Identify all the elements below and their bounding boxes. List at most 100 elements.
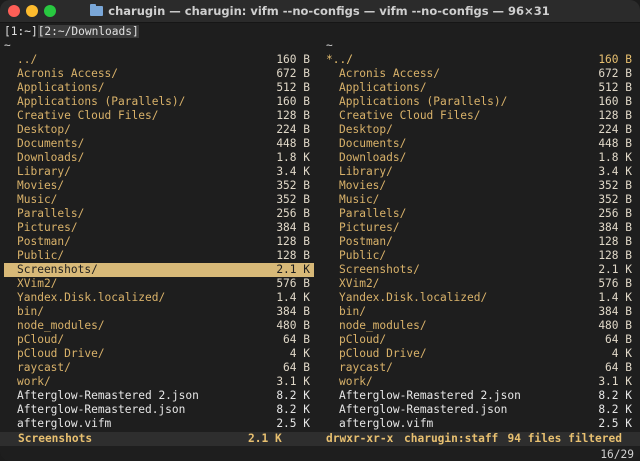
right-file-entry[interactable]: Afterglow-Remastered.json 8.2 K [326,403,636,417]
left-file-entry[interactable]: Afterglow-Remastered.json 8.2 K [4,403,314,417]
entry-size: 1.8 K [598,151,632,164]
vifm-terminal[interactable]: [1:~][2:~/Downloads] ~ ../160 B Acronis A… [0,23,640,461]
entry-size: 352 B [276,179,310,192]
right-file-entry[interactable]: pCloud Drive/4 K [326,347,636,361]
right-file-entry[interactable]: afterglow.vifm 2.5 K [326,417,636,431]
left-file-entry[interactable]: Pictures/384 B [4,221,314,235]
right-pane[interactable]: ~ *../160 B Acronis Access/672 B Applicati… [326,39,636,431]
left-file-entry[interactable]: Library/3.4 K [4,165,314,179]
entry-name: node_modules/ [17,319,105,332]
right-file-entry[interactable]: Pictures/384 B [326,221,636,235]
entry-name: Library/ [339,165,393,178]
entry-name: *../ [326,53,353,66]
left-file-entry[interactable]: Documents/448 B [4,137,314,151]
entry-size: 256 B [276,207,310,220]
right-file-entry[interactable]: work/3.1 K [326,375,636,389]
left-file-entry[interactable]: work/3.1 K [4,375,314,389]
left-file-entry[interactable]: Public/128 B [4,249,314,263]
entry-size: 384 B [598,305,632,318]
right-file-entry[interactable]: Parallels/256 B [326,207,636,221]
entry-size: 128 B [276,235,310,248]
right-file-entry[interactable]: raycast/64 B [326,361,636,375]
folder-icon [90,4,104,16]
right-file-list: *../160 B Acronis Access/672 B Application… [326,53,636,431]
entry-name: pCloud/ [17,333,65,346]
entry-name: Parallels/ [339,207,407,220]
tab-home[interactable]: [1:~] [4,25,38,38]
entry-size: 64 B [283,333,310,346]
entry-name: Acronis Access/ [339,67,441,80]
entry-size: 160 B [598,53,632,66]
entry-name: pCloud Drive/ [339,347,427,360]
left-file-entry[interactable]: Creative Cloud Files/128 B [4,109,314,123]
left-file-entry[interactable]: Afterglow-Remastered 2.json 8.2 K [4,389,314,403]
entry-name: bin/ [339,305,366,318]
left-file-entry[interactable]: Applications/512 B [4,81,314,95]
right-file-entry[interactable]: Music/352 B [326,193,636,207]
left-file-entry[interactable]: afterglow.vifm 2.5 K [4,417,314,431]
right-file-entry[interactable]: Downloads/1.8 K [326,151,636,165]
entry-name: Screenshots/ [17,263,98,276]
entry-size: 1.4 K [598,291,632,304]
left-file-entry[interactable]: Applications (Parallels)/ 160 B [4,95,314,109]
entry-size: 480 B [598,319,632,332]
right-file-entry[interactable]: Creative Cloud Files/128 B [326,109,636,123]
tab-downloads[interactable]: [2:~/Downloads] [37,25,139,38]
entry-name: pCloud/ [339,333,387,346]
right-file-entry[interactable]: bin/384 B [326,305,636,319]
command-line-position: 16/29 [600,448,634,461]
right-file-entry[interactable]: *../ 160 B [326,53,636,67]
entry-name: Music/ [17,193,58,206]
entry-size: 2.5 K [598,417,632,430]
right-file-entry[interactable]: Documents/448 B [326,137,636,151]
left-file-entry[interactable]: Music/352 B [4,193,314,207]
right-file-entry[interactable]: Yandex.Disk.localized/1.4 K [326,291,636,305]
entry-name: Movies/ [339,179,387,192]
terminal-window: charugin — charugin: vifm --no-configs —… [0,0,640,461]
left-file-entry[interactable]: Parallels/256 B [4,207,314,221]
left-file-entry[interactable]: Screenshots/2.1 K [4,263,314,277]
entry-name: Applications/ [339,81,427,94]
left-file-entry[interactable]: Downloads/1.8 K [4,151,314,165]
left-file-entry[interactable]: XVim2/576 B [4,277,314,291]
right-file-entry[interactable]: Applications/512 B [326,81,636,95]
right-file-entry[interactable]: Screenshots/2.1 K [326,263,636,277]
right-file-entry[interactable]: Applications (Parallels)/ 160 B [326,95,636,109]
entry-name: XVim2/ [339,277,380,290]
right-file-entry[interactable]: XVim2/576 B [326,277,636,291]
left-file-entry[interactable]: raycast/64 B [4,361,314,375]
left-file-entry[interactable]: Movies/352 B [4,179,314,193]
left-file-entry[interactable]: node_modules/480 B [4,319,314,333]
entry-size: 576 B [276,277,310,290]
right-file-entry[interactable]: Movies/352 B [326,179,636,193]
entry-name: Screenshots/ [339,263,420,276]
right-file-entry[interactable]: Desktop/224 B [326,123,636,137]
right-file-entry[interactable]: Public/128 B [326,249,636,263]
right-file-entry[interactable]: Postman/128 B [326,235,636,249]
entry-name: afterglow.vifm [17,417,112,430]
entry-size: 2.1 K [598,263,632,276]
left-pane[interactable]: ~ ../160 B Acronis Access/672 B Applicatio… [4,39,314,431]
entry-size: 8.2 K [276,403,310,416]
right-file-entry[interactable]: pCloud/64 B [326,333,636,347]
left-file-entry[interactable]: Acronis Access/672 B [4,67,314,81]
right-file-entry[interactable]: Afterglow-Remastered 2.json 8.2 K [326,389,636,403]
right-file-entry[interactable]: Acronis Access/672 B [326,67,636,81]
left-file-entry[interactable]: bin/384 B [4,305,314,319]
entry-name: Yandex.Disk.localized/ [17,291,166,304]
left-file-entry[interactable]: ../ 160 B [4,53,314,67]
left-file-entry[interactable]: Postman/128 B [4,235,314,249]
status-file-size: 2.1 K [248,432,282,445]
entry-size: 1.8 K [276,151,310,164]
left-file-entry[interactable]: Yandex.Disk.localized/1.4 K [4,291,314,305]
right-file-entry[interactable]: node_modules/480 B [326,319,636,333]
entry-name: Public/ [17,249,65,262]
left-file-entry[interactable]: pCloud/64 B [4,333,314,347]
entry-size: 448 B [598,137,632,150]
left-file-entry[interactable]: pCloud Drive/4 K [4,347,314,361]
right-file-entry[interactable]: Library/3.4 K [326,165,636,179]
entry-name: Parallels/ [17,207,85,220]
entry-size: 1.4 K [276,291,310,304]
entry-name: Pictures/ [17,221,78,234]
left-file-entry[interactable]: Desktop/224 B [4,123,314,137]
